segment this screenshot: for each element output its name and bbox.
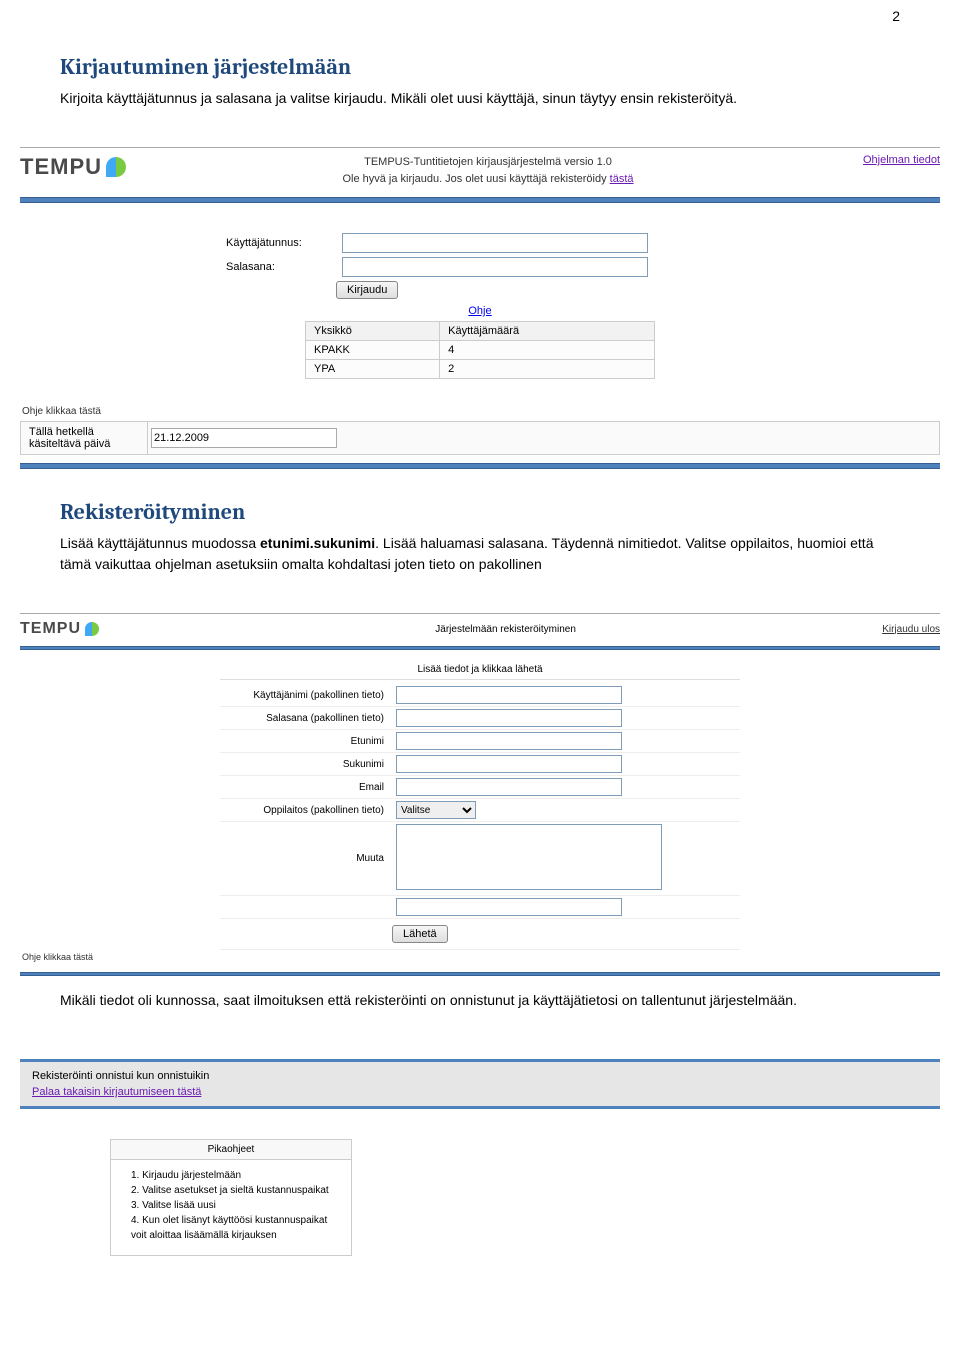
- reg-firstname-input[interactable]: [396, 732, 622, 750]
- stats-header-unit: Yksikkö: [306, 322, 440, 341]
- tempus-logo: TEMPU: [20, 154, 126, 180]
- username-label: Käyttäjätunnus:: [220, 235, 342, 251]
- username-input[interactable]: [342, 233, 648, 253]
- reg-other-textarea[interactable]: [396, 824, 662, 890]
- login-prompt-text: Ole hyvä ja kirjaudu. Jos olet uusi käyt…: [342, 173, 609, 185]
- usage-stats-table: Yksikkö Käyttäjämäärä KPAKK4 YPA2: [305, 321, 655, 379]
- register-here-link[interactable]: tästä: [610, 173, 634, 185]
- password-input[interactable]: [342, 257, 648, 277]
- quick-guide-title: Pikaohjeet: [111, 1140, 351, 1160]
- logo-swirl-icon: [85, 622, 99, 636]
- paragraph-success: Mikäli tiedot oli kunnossa, saat ilmoitu…: [60, 990, 900, 1011]
- registration-title: Järjestelmään rekisteröityminen: [129, 624, 882, 635]
- password-label: Salasana:: [220, 259, 342, 275]
- registration-screenshot: TEMPU Järjestelmään rekisteröityminen Ki…: [10, 613, 950, 976]
- quick-guide-item: 3. Valitse lisää uusi: [131, 1198, 341, 1213]
- system-title: TEMPUS-Tuntitietojen kirjausjärjestelmä …: [156, 154, 820, 171]
- page-number: 2: [0, 0, 960, 24]
- current-date-label: Tällä hetkellä käsiteltävä päivä: [21, 422, 148, 454]
- stats-header-count: Käyttäjämäärä: [440, 322, 655, 341]
- reg-username-input[interactable]: [396, 686, 622, 704]
- reg-school-select[interactable]: Valitse: [396, 801, 476, 819]
- help-link[interactable]: Ohje: [468, 305, 491, 317]
- reg-extra-input[interactable]: [396, 898, 622, 916]
- logout-link[interactable]: Kirjaudu ulos: [882, 624, 940, 635]
- reg-lastname-label: Sukunimi: [220, 756, 392, 773]
- reg-username-label: Käyttäjänimi (pakollinen tieto): [220, 687, 392, 704]
- registration-hint: Lisää tiedot ja klikkaa lähetä: [220, 660, 740, 680]
- heading-rekisteroityminen: Rekisteröityminen: [60, 499, 900, 525]
- tempus-logo: TEMPU: [20, 620, 99, 638]
- success-screenshot: Rekisteröinti onnistui kun onnistuikin P…: [10, 1059, 950, 1256]
- paragraph-rekisteroityminen: Lisää käyttäjätunnus muodossa etunimi.su…: [60, 533, 900, 575]
- quick-guide-box: Pikaohjeet 1. Kirjaudu järjestelmään 2. …: [110, 1139, 352, 1256]
- submit-button[interactable]: Lähetä: [392, 925, 448, 943]
- current-date-input[interactable]: [151, 428, 337, 448]
- help-click-label[interactable]: Ohje klikkaa tästä: [10, 950, 950, 972]
- quick-guide-item: 1. Kirjaudu järjestelmään: [131, 1168, 341, 1183]
- reg-lastname-input[interactable]: [396, 755, 622, 773]
- success-message: Rekisteröinti onnistui kun onnistuikin: [32, 1070, 928, 1082]
- back-to-login-link[interactable]: Palaa takaisin kirjautumiseen tästä: [32, 1086, 928, 1098]
- reg-firstname-label: Etunimi: [220, 733, 392, 750]
- login-screenshot: TEMPU TEMPUS-Tuntitietojen kirjausjärjes…: [10, 147, 950, 469]
- reg-password-input[interactable]: [396, 709, 622, 727]
- heading-kirjautuminen: Kirjautuminen järjestelmään: [60, 54, 900, 80]
- program-info-link[interactable]: Ohjelman tiedot: [863, 154, 940, 166]
- table-row: KPAKK4: [306, 341, 655, 360]
- quick-guide-item: 2. Valitse asetukset ja sieltä kustannus…: [131, 1183, 341, 1198]
- quick-guide-item: 4. Kun olet lisänyt käyttöösi kustannusp…: [131, 1213, 341, 1243]
- reg-password-label: Salasana (pakollinen tieto): [220, 710, 392, 727]
- reg-other-label: Muuta: [220, 850, 392, 867]
- reg-school-label: Oppilaitos (pakollinen tieto): [220, 802, 392, 819]
- paragraph-kirjautuminen: Kirjoita käyttäjätunnus ja salasana ja v…: [60, 88, 900, 109]
- reg-email-label: Email: [220, 779, 392, 796]
- table-row: YPA2: [306, 360, 655, 379]
- login-button[interactable]: Kirjaudu: [336, 281, 398, 299]
- help-click-label[interactable]: Ohje klikkaa tästä: [10, 404, 950, 419]
- logo-swirl-icon: [106, 157, 126, 177]
- reg-email-input[interactable]: [396, 778, 622, 796]
